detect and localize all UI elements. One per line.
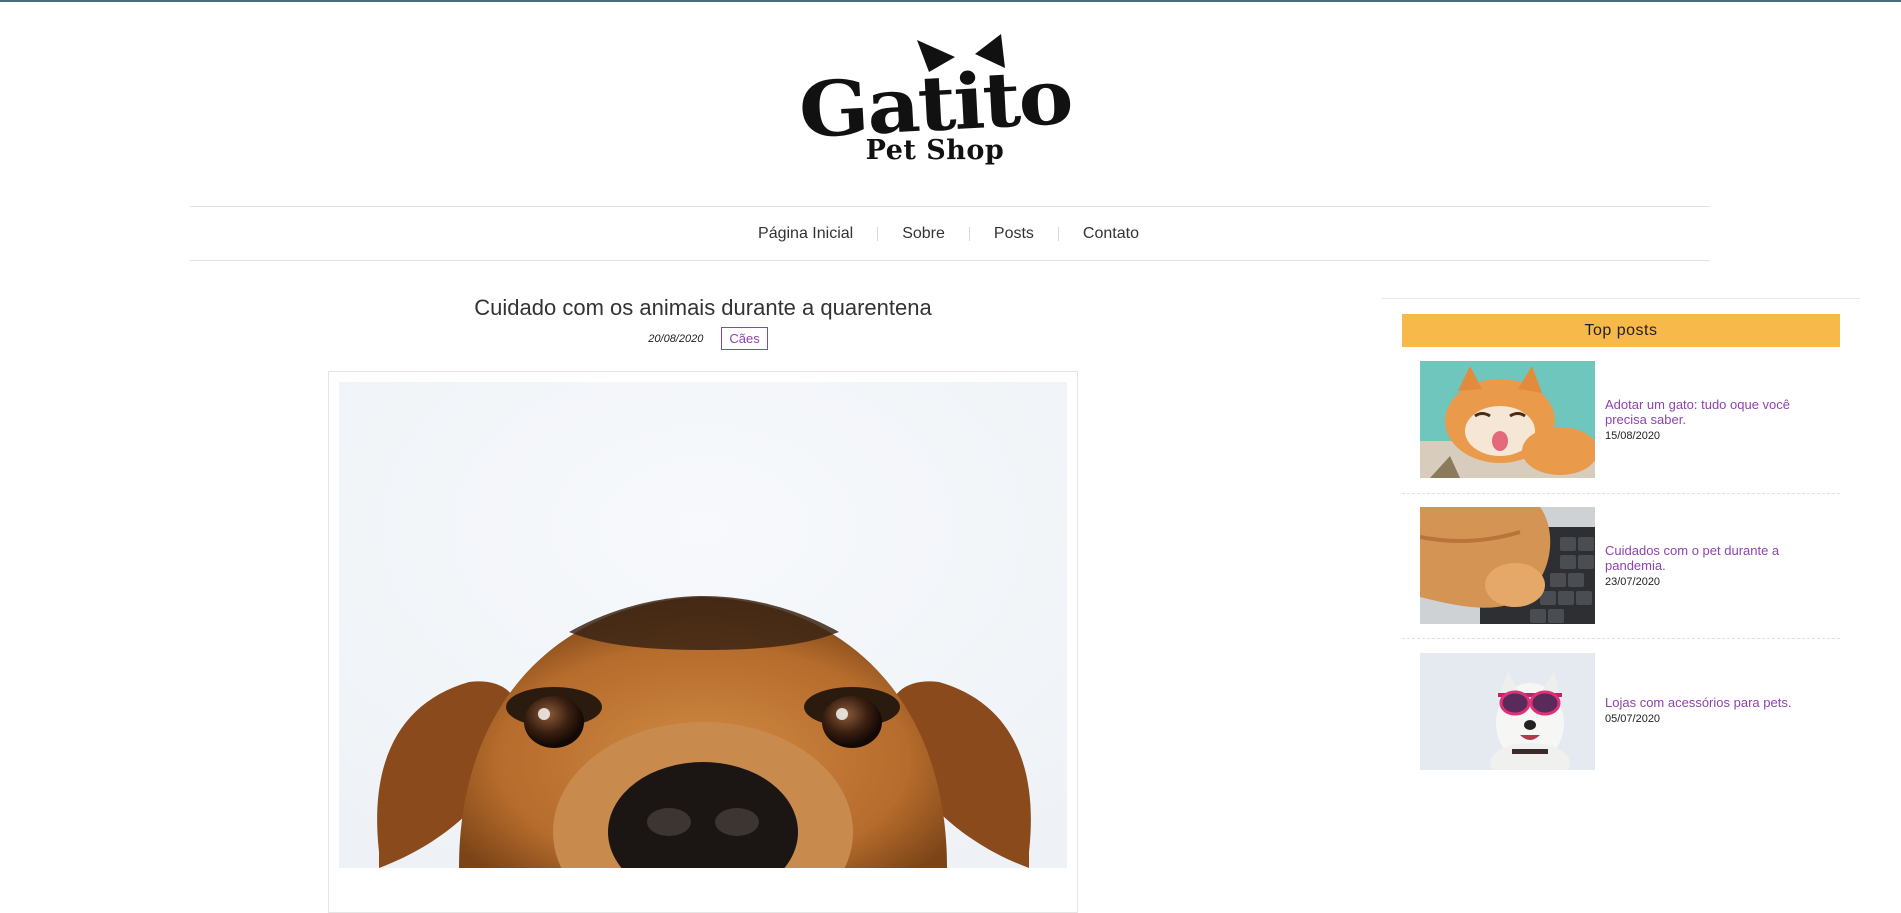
top-post-date: 05/07/2020 [1605, 713, 1661, 725]
cat-photo-icon[interactable] [1420, 361, 1595, 478]
top-post-title[interactable]: Adotar um gato: tudo oque você precisa s… [1605, 397, 1825, 427]
dog-photo-icon [339, 382, 1067, 868]
article-figure [328, 371, 1078, 913]
top-post-date: 23/07/2020 [1605, 576, 1661, 588]
nav-item-contact[interactable]: Contato [1059, 225, 1163, 243]
top-post-title[interactable]: Lojas com acessórios para pets. [1605, 695, 1825, 710]
top-posts-heading: Top posts [1402, 314, 1840, 347]
category-tag[interactable]: Cães [721, 327, 768, 350]
cat-paw-keyboard-photo-icon[interactable] [1420, 507, 1595, 624]
logo-subtitle: Pet Shop [865, 135, 1005, 166]
dog-sunglasses-photo-icon[interactable] [1420, 653, 1595, 770]
article-date: 20/08/2020 [648, 332, 704, 345]
top-post-item[interactable]: Adotar um gato: tudo oque você precisa s… [1402, 361, 1840, 507]
main-nav: Página Inicial Sobre Posts Contato [190, 206, 1710, 261]
post-divider [1402, 493, 1840, 494]
nav-item-about[interactable]: Sobre [878, 225, 969, 243]
nav-item-home[interactable]: Página Inicial [734, 225, 877, 243]
sidebar-top-border [1382, 298, 1860, 299]
article-meta: 20/08/2020 Cães [328, 327, 1078, 350]
article-title: Cuidado com os animais durante a quarent… [474, 295, 932, 320]
top-post-item[interactable]: Lojas com acessórios para pets. 05/07/20… [1402, 653, 1840, 799]
top-border [0, 0, 1901, 2]
site-logo[interactable]: Gatito Pet Shop [797, 32, 1073, 167]
post-divider [1402, 638, 1840, 639]
nav-item-posts[interactable]: Posts [970, 225, 1058, 243]
top-post-item[interactable]: Cuidados com o pet durante a pandemia. 2… [1402, 507, 1840, 653]
top-post-date: 15/08/2020 [1605, 430, 1661, 442]
top-post-title[interactable]: Cuidados com o pet durante a pandemia. [1605, 543, 1825, 573]
